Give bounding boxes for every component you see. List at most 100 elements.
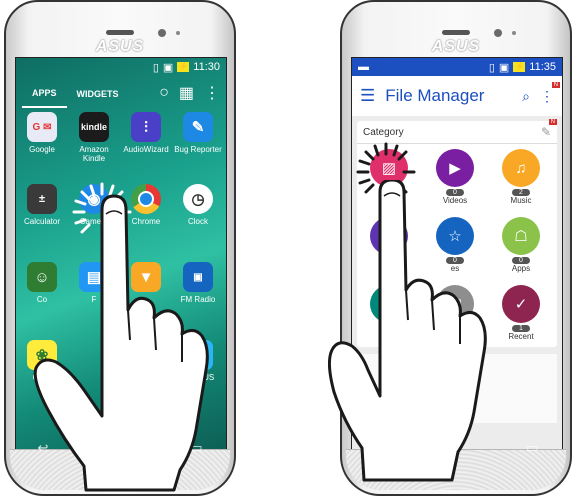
earpiece-speaker bbox=[442, 30, 470, 35]
more-options-icon[interactable]: ⋮ bbox=[204, 83, 220, 103]
app-gallery[interactable]: ❀ Galle bbox=[16, 340, 68, 382]
nav-keys: ↩ ⌂ ▭ bbox=[4, 440, 236, 460]
launcher-screen: ▯ ▣ ⚡ 11:30 APPS WIDGETS ○ ▦ ⋮ G ✉ Googl… bbox=[15, 57, 227, 464]
app-chrome[interactable]: Chrome bbox=[120, 184, 172, 226]
brand-logo: ASUS bbox=[431, 38, 481, 55]
category-documents[interactable]: ▤ bbox=[425, 285, 485, 323]
app-file[interactable]: ▤ F bbox=[68, 262, 120, 304]
category-apps[interactable]: ☖ 0 Apps bbox=[491, 217, 551, 273]
right-phone: ASUS ▬ ▯ ▣ ⚡ 11:35 ☰ File Manager ⌕ ⋮ N C bbox=[328, 0, 572, 496]
app-flashlight[interactable]: ▼ bbox=[120, 262, 172, 295]
recent-icon: ✓ bbox=[502, 285, 540, 323]
category-videos[interactable]: ▶ 0 Videos bbox=[425, 149, 485, 205]
view-options-icon[interactable]: ▦ bbox=[179, 83, 194, 103]
earpiece-speaker bbox=[106, 30, 134, 35]
chrome-icon bbox=[131, 184, 161, 214]
search-icon[interactable]: ⌕ bbox=[522, 88, 530, 105]
category-header: Category ✎ N bbox=[357, 119, 557, 144]
app-bug-reporter[interactable]: ✎ Bug Reporter bbox=[172, 112, 224, 154]
left-phone: ASUS ▯ ▣ ⚡ 11:30 APPS WIDGETS ○ ▦ ⋮ G ✉ … bbox=[4, 0, 236, 496]
recents-key-icon[interactable]: ▭ bbox=[526, 440, 538, 460]
no-sim-icon: ▣ bbox=[162, 61, 174, 74]
sensor bbox=[176, 31, 180, 35]
edit-category-icon[interactable]: ✎ N bbox=[541, 119, 557, 139]
app-kindle[interactable]: kindle Amazon Kindle bbox=[68, 112, 120, 163]
search-icon[interactable]: ○ bbox=[159, 84, 169, 102]
google-apps-icon: G ✉ bbox=[27, 112, 57, 142]
recents-key-icon[interactable]: ▭ bbox=[190, 440, 202, 460]
file-icon: ▤ bbox=[79, 262, 109, 292]
nav-keys: ↩ ⌂ ▭ bbox=[340, 440, 572, 460]
sensor bbox=[512, 31, 516, 35]
app-audiowizard[interactable]: ⫶ AudioWizard bbox=[120, 112, 172, 154]
gallery-icon: ❀ bbox=[27, 340, 57, 370]
flashlight-icon: ▼ bbox=[131, 262, 161, 292]
front-camera bbox=[158, 29, 166, 37]
count-badge: 0 bbox=[446, 257, 464, 264]
app-drawer-tabs: APPS WIDGETS ○ ▦ ⋮ bbox=[16, 76, 226, 110]
count-badge: 1 bbox=[512, 325, 530, 332]
new-badge: N bbox=[551, 81, 560, 88]
app-myasus[interactable]: /SUS MyASUS bbox=[172, 340, 224, 382]
calculator-icon: ± bbox=[27, 184, 57, 214]
app-google[interactable]: G ✉ Google bbox=[16, 112, 68, 154]
app-contacts[interactable]: ☺ Co bbox=[16, 262, 68, 304]
new-badge: N bbox=[548, 119, 557, 125]
back-key-icon[interactable]: ↩ bbox=[37, 440, 48, 460]
category-images[interactable]: ▨ Im bbox=[359, 149, 419, 196]
tab-widgets[interactable]: WIDGETS bbox=[67, 79, 129, 107]
category-favorites[interactable]: ☆ 0 es bbox=[425, 217, 485, 273]
home-key-icon[interactable]: ⌂ bbox=[451, 440, 459, 460]
home-key-icon[interactable]: ⌂ bbox=[115, 440, 123, 460]
back-key-icon[interactable]: ↩ bbox=[373, 440, 384, 460]
clock-icon: ◷ bbox=[183, 184, 213, 214]
vibrate-icon: ▯ bbox=[152, 61, 159, 74]
notification-image-icon: ▬ bbox=[358, 61, 369, 73]
category-compressed[interactable]: ▥ Com bbox=[359, 217, 419, 264]
document-icon: ▤ bbox=[436, 285, 474, 323]
storage-card bbox=[357, 354, 557, 423]
app-calculator[interactable]: ± Calculator bbox=[16, 184, 68, 226]
front-camera bbox=[494, 29, 502, 37]
image-icon: ▨ bbox=[370, 149, 408, 187]
category-downloads[interactable]: ⇩ bbox=[359, 285, 419, 323]
download-icon: ⇩ bbox=[370, 285, 408, 323]
contacts-icon: ☺ bbox=[27, 262, 57, 292]
battery-charging-icon: ⚡ bbox=[177, 62, 190, 72]
page-title: File Manager bbox=[385, 86, 485, 105]
kindle-icon: kindle bbox=[79, 112, 109, 142]
app-camera[interactable]: ◉ Camera bbox=[68, 184, 120, 226]
bug-reporter-icon: ✎ bbox=[183, 112, 213, 142]
compressed-icon: ▥ bbox=[370, 217, 408, 255]
category-title: Category bbox=[363, 126, 404, 138]
count-badge: 0 bbox=[512, 257, 530, 264]
status-bar: ▬ ▯ ▣ ⚡ 11:35 bbox=[352, 58, 562, 76]
brand-logo: ASUS bbox=[95, 38, 145, 55]
category-recent[interactable]: ✓ 1 Recent bbox=[491, 285, 551, 341]
music-icon: ♫ bbox=[502, 149, 540, 187]
more-options-icon[interactable]: ⋮ N bbox=[540, 81, 560, 105]
category-music[interactable]: ♫ 2 Music bbox=[491, 149, 551, 205]
app-bar: ☰ File Manager ⌕ ⋮ N bbox=[352, 76, 562, 116]
status-time: 11:30 bbox=[193, 61, 220, 73]
file-manager-screen: ▬ ▯ ▣ ⚡ 11:35 ☰ File Manager ⌕ ⋮ N Catego… bbox=[351, 57, 563, 464]
category-card: Category ✎ N ▨ Im ▶ 0 Videos ♫ 2 Music ▥… bbox=[357, 119, 557, 347]
vibrate-icon: ▯ bbox=[488, 61, 495, 74]
status-time: 11:35 bbox=[529, 61, 556, 73]
tab-apps[interactable]: APPS bbox=[22, 78, 67, 108]
audiowizard-icon: ⫶ bbox=[131, 112, 161, 142]
video-icon: ▶ bbox=[436, 149, 474, 187]
apps-android-icon: ☖ bbox=[502, 217, 540, 255]
fm-radio-icon: ▣ bbox=[183, 262, 213, 292]
menu-icon[interactable]: ☰ bbox=[360, 86, 375, 106]
count-badge: 0 bbox=[446, 189, 464, 196]
myasus-icon: /SUS bbox=[183, 340, 213, 370]
battery-charging-icon: ⚡ bbox=[513, 62, 526, 72]
app-fm-radio[interactable]: ▣ FM Radio bbox=[172, 262, 224, 304]
camera-icon: ◉ bbox=[79, 184, 109, 214]
status-bar: ▯ ▣ ⚡ 11:30 bbox=[16, 58, 226, 76]
count-badge: 2 bbox=[512, 189, 530, 196]
favorites-icon: ☆ bbox=[436, 217, 474, 255]
app-clock[interactable]: ◷ Clock bbox=[172, 184, 224, 226]
no-sim-icon: ▣ bbox=[498, 61, 510, 74]
